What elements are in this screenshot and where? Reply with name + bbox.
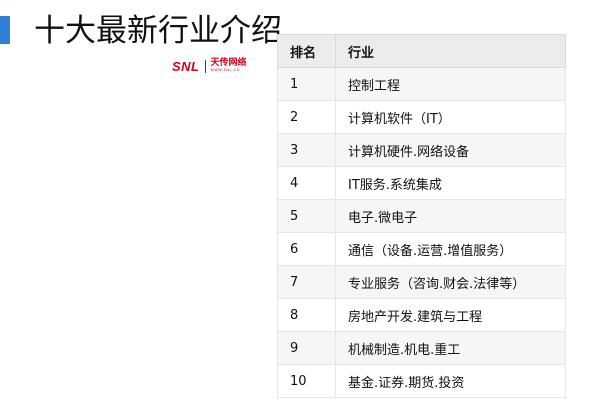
rank-cell: 4 [277, 166, 336, 200]
table-row: 10 基金.证券.期货.投资 [277, 364, 566, 398]
industry-cell: 电子.微电子 [335, 199, 566, 233]
industry-cell: 通信（设备.运营.增值服务） [335, 232, 566, 266]
table-header-row: 排名 行业 [277, 34, 566, 68]
column-header-industry: 行业 [335, 34, 566, 68]
industry-cell: 控制工程 [335, 67, 566, 101]
rank-cell: 1 [277, 67, 336, 101]
page-title: 十大最新行业介绍 [34, 13, 282, 49]
rank-cell: 2 [277, 100, 336, 134]
rank-cell: 5 [277, 199, 336, 233]
rank-cell: 8 [277, 298, 336, 332]
industry-ranking-table: 排名 行业 1 控制工程 2 计算机软件（IT） 3 计算机硬件.网络设备 4 … [277, 34, 566, 398]
table-row: 6 通信（设备.运营.增值服务） [277, 232, 566, 266]
brand-logo-letters: SNL [172, 58, 200, 74]
table-row: 8 房地产开发.建筑与工程 [277, 298, 566, 332]
industry-cell: 机械制造.机电.重工 [335, 331, 566, 365]
table-row: 2 计算机软件（IT） [277, 100, 566, 134]
table-row: 4 IT服务.系统集成 [277, 166, 566, 200]
brand-logo-chinese: 天传网络 [210, 58, 247, 69]
industry-cell: 房地产开发.建筑与工程 [335, 298, 566, 332]
industry-cell: 专业服务（咨询.财会.法律等） [335, 265, 566, 299]
rank-cell: 3 [277, 133, 336, 167]
table-row: 1 控制工程 [277, 67, 566, 101]
rank-cell: 9 [277, 331, 336, 365]
brand-logo: SNL 天传网络 WWW.SNL.CN [172, 56, 272, 76]
table-row: 7 专业服务（咨询.财会.法律等） [277, 265, 566, 299]
industry-cell: 基金.证券.期货.投资 [335, 364, 566, 398]
title-accent-bar [0, 16, 10, 44]
brand-logo-text: 天传网络 WWW.SNL.CN [211, 59, 247, 73]
rank-cell: 10 [277, 364, 336, 398]
column-header-rank: 排名 [277, 34, 336, 68]
table-row: 3 计算机硬件.网络设备 [277, 133, 566, 167]
industry-cell: 计算机硬件.网络设备 [335, 133, 566, 167]
rank-cell: 7 [277, 265, 336, 299]
industry-cell: 计算机软件（IT） [335, 100, 566, 134]
industry-cell: IT服务.系统集成 [335, 166, 566, 200]
brand-logo-divider [204, 59, 206, 73]
brand-logo-subtitle: WWW.SNL.CN [210, 68, 241, 73]
rank-cell: 6 [277, 232, 336, 266]
table-row: 9 机械制造.机电.重工 [277, 331, 566, 365]
table-row: 5 电子.微电子 [277, 199, 566, 233]
